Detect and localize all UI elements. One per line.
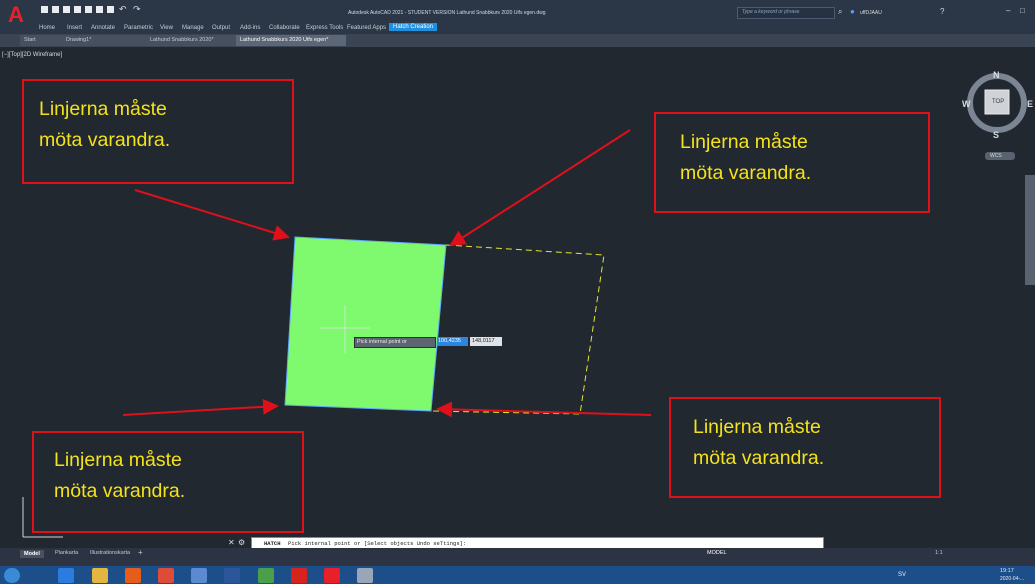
model-space-indicator[interactable]: MODEL <box>707 550 727 556</box>
dashed-outline <box>430 244 605 415</box>
arrow-bottom-left <box>122 398 279 416</box>
acrobat-icon[interactable] <box>291 568 307 583</box>
internet-explorer-icon[interactable] <box>58 568 74 583</box>
layout-tab-plankarta[interactable]: Plankarta <box>55 550 78 556</box>
command-name: HATCH <box>264 540 281 547</box>
layout-tab-illustrationskarta[interactable]: Illustrationskarta <box>90 550 130 556</box>
callout-text-line2: möta varandra. <box>39 129 171 151</box>
callout-top-left: Linjerna måste möta varandra. <box>22 79 294 184</box>
callout-text-line2: möta varandra. <box>680 162 812 184</box>
arrow-bottom-right <box>436 401 652 418</box>
callout-text-line2: möta varandra. <box>54 480 186 502</box>
customize-icon[interactable]: ⚙ <box>238 538 245 547</box>
file-explorer-icon[interactable] <box>92 568 108 583</box>
command-prompt: Pick internal point or [Select objects U… <box>288 540 467 547</box>
add-layout-icon[interactable]: + <box>138 548 143 557</box>
callout-text-line1: Linjerna måste <box>693 416 821 438</box>
snipping-tool-icon[interactable] <box>357 568 373 583</box>
clock-time[interactable]: 19:17 <box>1000 568 1014 574</box>
close-command-line-icon[interactable]: ✕ <box>228 538 235 547</box>
word-icon[interactable] <box>224 568 240 583</box>
arrow-top-right <box>449 129 631 247</box>
y-coordinate-input[interactable]: 148,0117 <box>470 337 502 346</box>
language-indicator[interactable]: SV <box>898 572 906 578</box>
windows-taskbar <box>0 566 1035 584</box>
autocad-taskbar-icon[interactable] <box>324 568 340 583</box>
callout-bottom-right: Linjerna måste möta varandra. <box>669 397 941 498</box>
callout-text-line1: Linjerna måste <box>680 131 808 153</box>
clock-date[interactable]: 2020-04-... <box>1000 576 1024 582</box>
firefox-icon[interactable] <box>125 568 141 583</box>
autodesk-app-icon[interactable] <box>258 568 274 583</box>
arrow-top-left <box>134 189 290 241</box>
callout-text-line1: Linjerna måste <box>54 449 182 471</box>
callout-text-line1: Linjerna måste <box>39 98 167 120</box>
status-bar <box>0 548 1035 566</box>
hatch-region[interactable] <box>284 236 447 412</box>
callout-text-line2: möta varandra. <box>693 447 825 469</box>
callout-top-right: Linjerna måste möta varandra. <box>654 112 930 213</box>
app-icon[interactable] <box>191 568 207 583</box>
x-coordinate-input[interactable]: 100,4235 <box>437 337 468 346</box>
start-button-icon[interactable] <box>4 568 20 583</box>
chrome-icon[interactable] <box>158 568 174 583</box>
layout-tab-model[interactable]: Model <box>20 550 44 558</box>
dynamic-input-prompt: Pick internal point or <box>354 337 436 348</box>
callout-bottom-left: Linjerna måste möta varandra. <box>32 431 304 533</box>
annotation-scale[interactable]: 1:1 <box>935 550 943 556</box>
